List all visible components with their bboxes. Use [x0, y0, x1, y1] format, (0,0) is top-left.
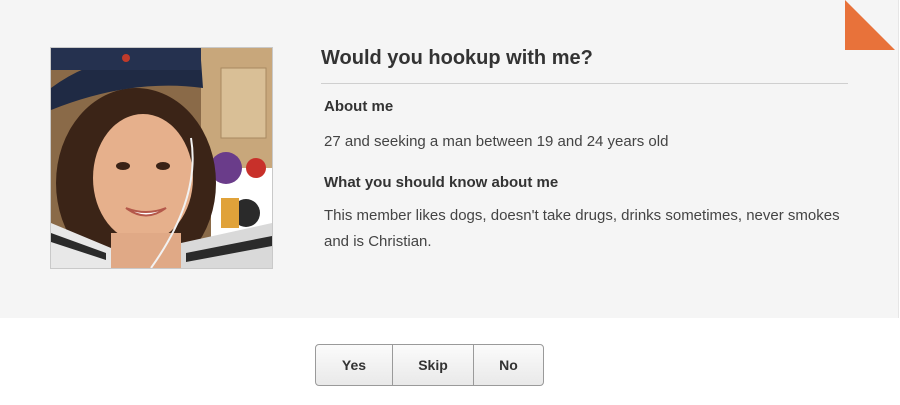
- answer-button-group: Yes Skip No: [315, 344, 544, 386]
- page-title: Would you hookup with me?: [321, 44, 848, 84]
- corner-flag-icon: [845, 0, 895, 50]
- profile-info: Would you hookup with me? About me 27 an…: [321, 44, 848, 255]
- profile-photo: [50, 47, 273, 269]
- about-heading: About me: [324, 98, 394, 115]
- know-heading: What you should know about me: [324, 174, 559, 191]
- yes-button[interactable]: Yes: [316, 345, 392, 385]
- know-text: This member likes dogs, doesn't take dru…: [324, 207, 840, 250]
- skip-button[interactable]: Skip: [392, 345, 473, 385]
- no-button[interactable]: No: [473, 345, 543, 385]
- profile-card: Would you hookup with me? About me 27 an…: [0, 0, 899, 318]
- about-text: 27 and seeking a man between 19 and 24 y…: [324, 133, 669, 150]
- page: Would you hookup with me? About me 27 an…: [0, 0, 900, 405]
